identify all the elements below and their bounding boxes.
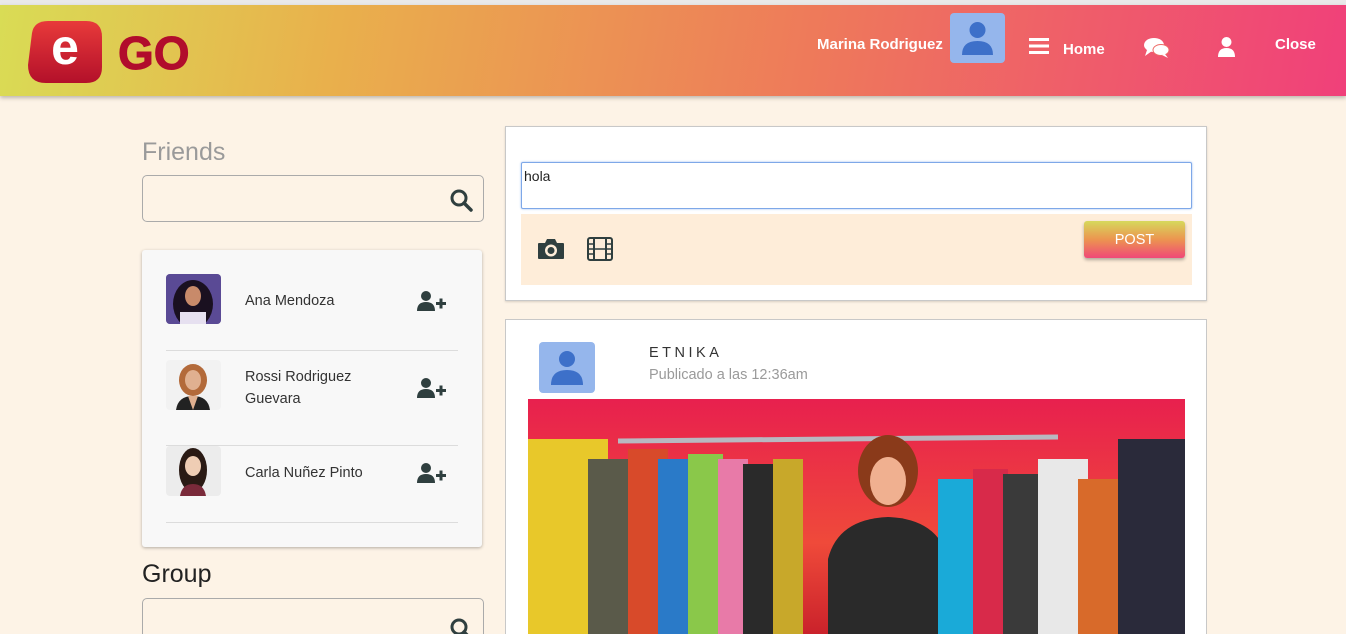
friend-name: Ana Mendoza xyxy=(245,293,335,309)
user-icon[interactable] xyxy=(1217,36,1236,58)
post-timestamp: Publicado a las 12:36am xyxy=(649,367,808,383)
chat-icon[interactable] xyxy=(1143,37,1170,59)
friend-name: Rossi Rodriguez Guevara xyxy=(245,369,352,407)
avatar-placeholder-icon xyxy=(551,351,583,385)
group-search-box xyxy=(142,598,484,634)
search-icon[interactable] xyxy=(449,617,473,634)
post-text-input[interactable]: hola xyxy=(521,162,1192,209)
feed-post: ETNIKA Publicado a las 12:36am xyxy=(505,319,1207,634)
post-image[interactable] xyxy=(528,399,1185,634)
search-icon[interactable] xyxy=(449,188,473,212)
add-friend-icon[interactable] xyxy=(417,290,447,312)
friend-row-rossi[interactable]: Rossi Rodriguez Guevara xyxy=(166,351,458,446)
camera-icon[interactable] xyxy=(537,237,565,261)
ego-logo[interactable]: e GO xyxy=(24,19,224,85)
current-user-avatar[interactable] xyxy=(950,13,1005,63)
post-author-avatar[interactable] xyxy=(539,342,595,393)
logo-text: GO xyxy=(118,27,190,79)
friends-heading: Friends xyxy=(142,138,226,166)
friends-search-box xyxy=(142,175,484,222)
friends-search-input[interactable] xyxy=(151,176,441,221)
current-user-name[interactable]: Marina Rodriguez xyxy=(817,36,943,53)
nav-home-link[interactable]: Home xyxy=(1063,41,1105,58)
post-composer: hola POST xyxy=(505,126,1207,301)
post-author-name[interactable]: ETNIKA xyxy=(649,345,722,361)
avatar-placeholder-icon xyxy=(962,22,993,55)
friend-avatar xyxy=(166,446,221,496)
logo-letter: e xyxy=(51,19,79,75)
add-friend-icon[interactable] xyxy=(417,462,447,484)
friend-row-carla[interactable]: Carla Nuñez Pinto xyxy=(166,446,458,523)
composer-toolbar: POST xyxy=(521,214,1192,285)
group-search-input[interactable] xyxy=(151,599,441,634)
menu-icon[interactable] xyxy=(1029,37,1049,55)
film-icon[interactable] xyxy=(587,236,613,262)
friend-row-ana[interactable]: Ana Mendoza xyxy=(166,274,458,351)
friend-avatar xyxy=(166,360,221,410)
friend-name: Carla Nuñez Pinto xyxy=(245,465,363,481)
post-button[interactable]: POST xyxy=(1084,221,1185,258)
friends-list: Ana Mendoza Rossi Rodriguez Guevara Carl… xyxy=(142,250,482,547)
top-navbar: e GO Marina Rodriguez Home Close xyxy=(0,5,1346,96)
nav-close-link[interactable]: Close xyxy=(1275,36,1316,53)
add-friend-icon[interactable] xyxy=(417,377,447,399)
friend-avatar xyxy=(166,274,221,324)
group-heading: Group xyxy=(142,560,212,588)
